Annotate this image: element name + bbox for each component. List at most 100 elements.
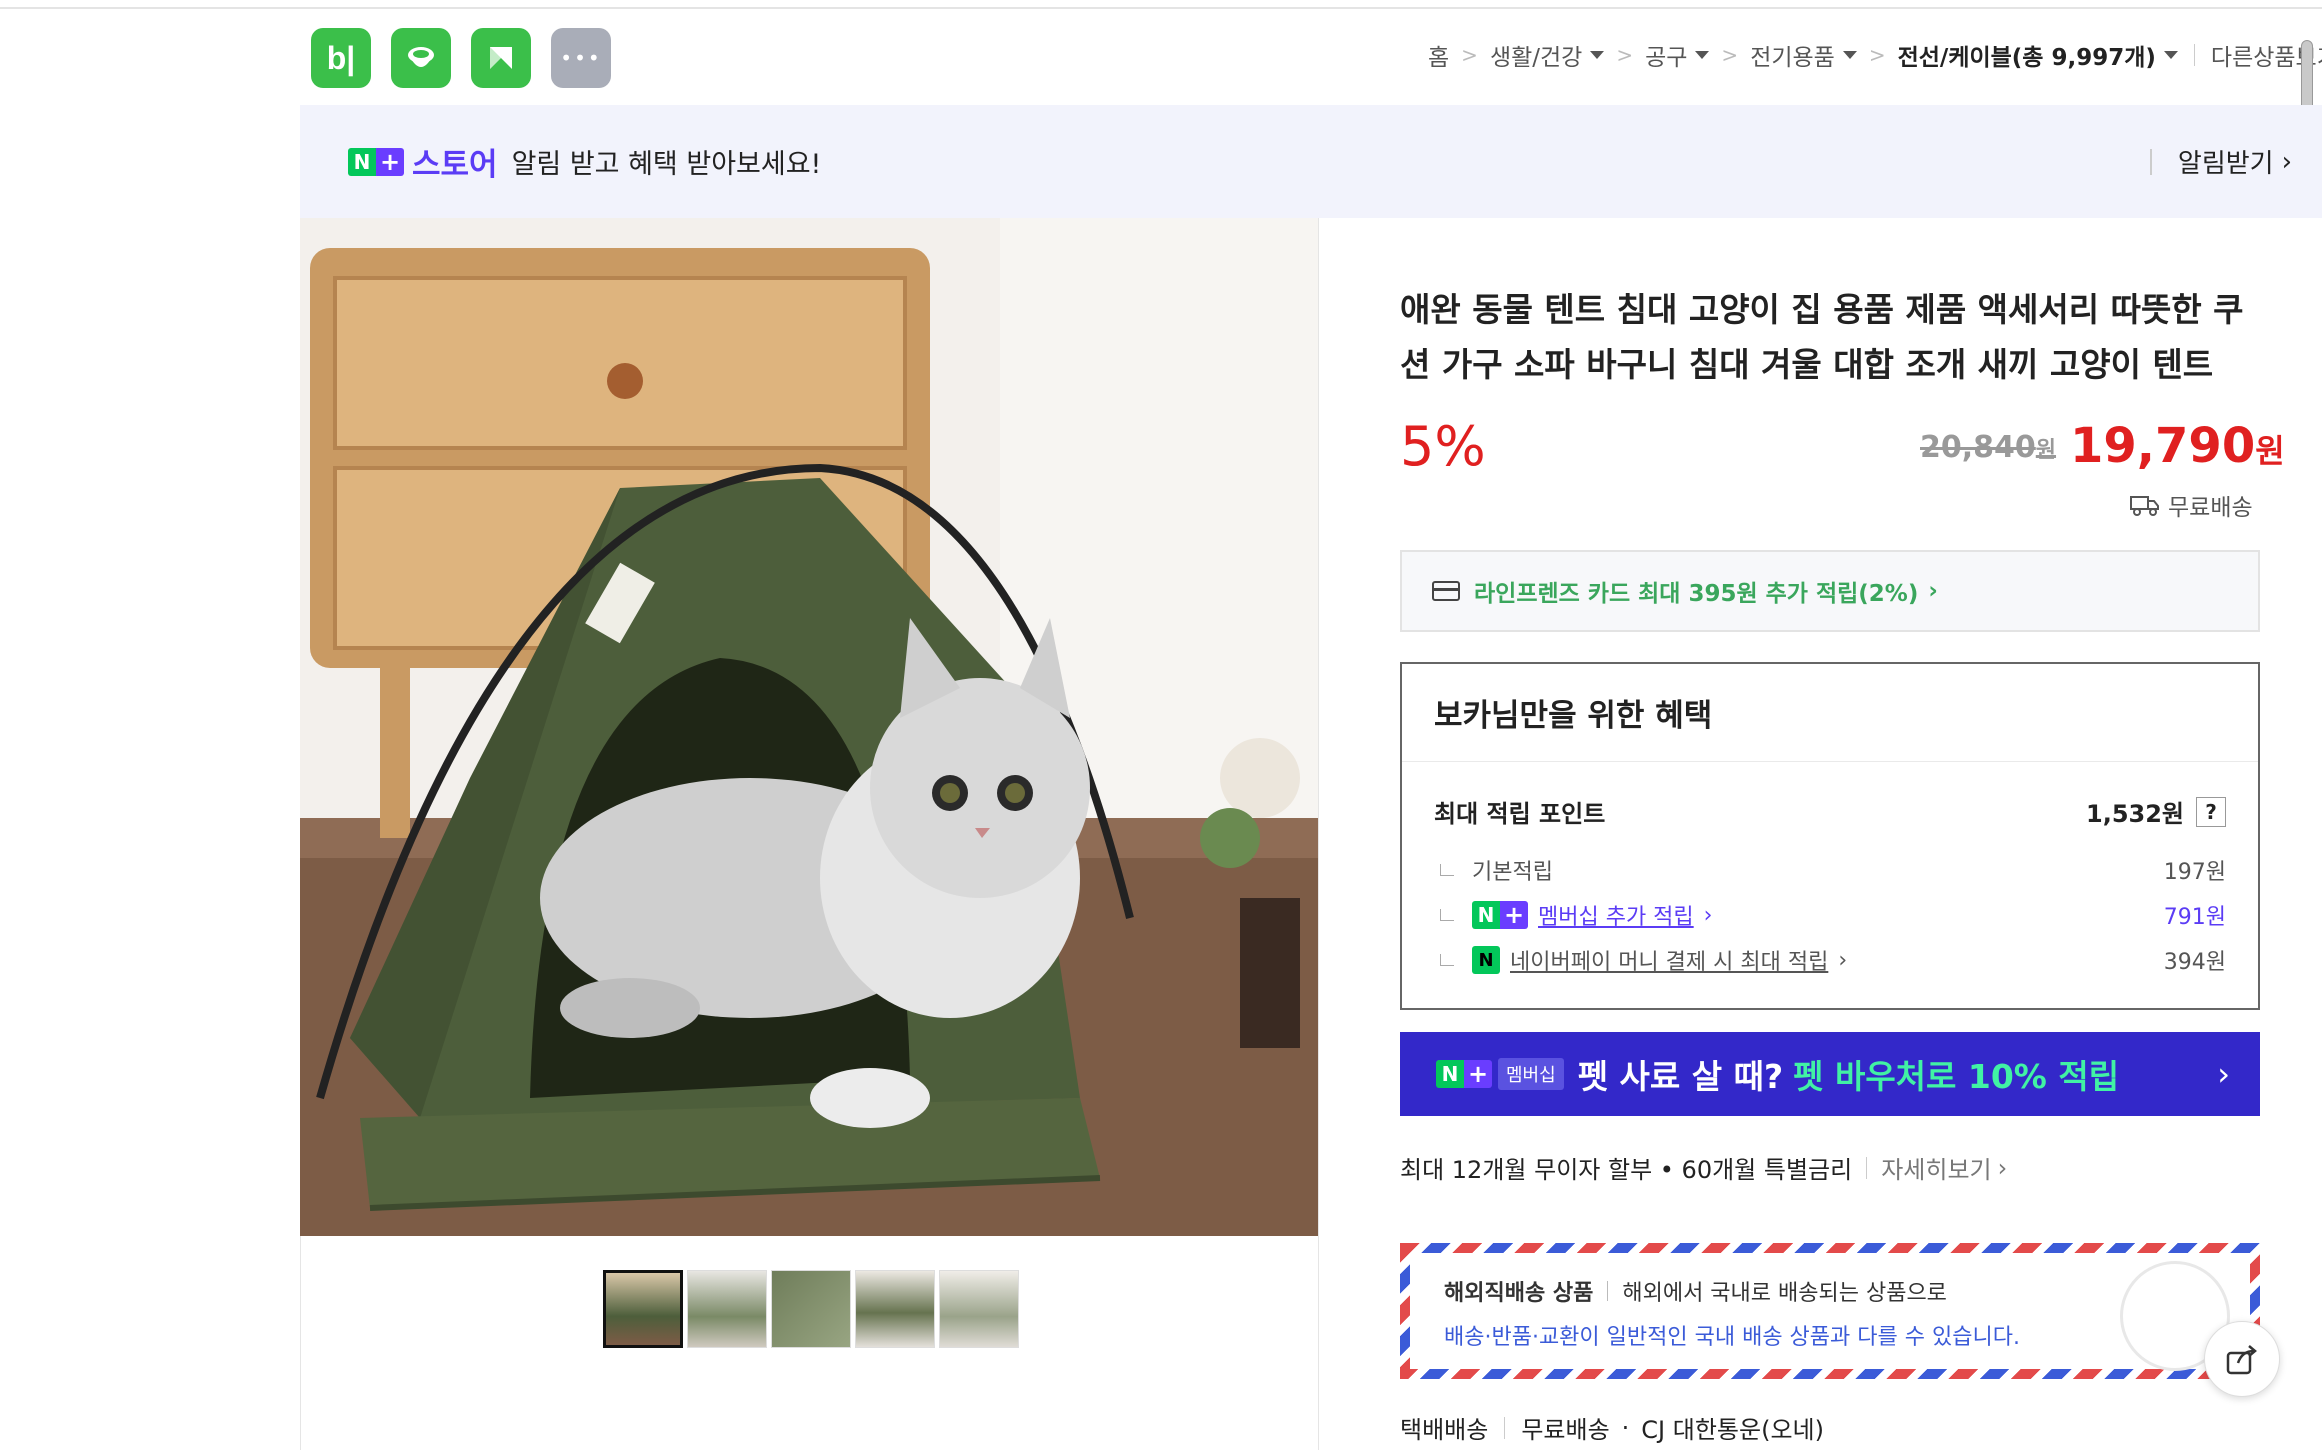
blog-glyph: b| — [326, 39, 356, 76]
chevron-right-icon: › — [1703, 902, 1713, 928]
product-title-line-2: 션 가구 소파 바구니 침대 겨울 대합 조개 새끼 고양이 텐트 — [1400, 345, 2214, 384]
breadcrumb-item-2[interactable]: 공구 — [1645, 38, 1687, 72]
chevron-right-icon: › — [2281, 146, 2292, 177]
share-button[interactable] — [2204, 1321, 2280, 1397]
product-main-image[interactable] — [300, 218, 1319, 1236]
original-price-unit: 원 — [2035, 438, 2057, 463]
chevron-right-icon: › — [2217, 1055, 2230, 1093]
max-points-label: 최대 적립 포인트 — [1434, 800, 1606, 828]
share-icon — [2226, 1345, 2257, 1375]
benefit-box: 보카님만을 위한 혜택 최대 적립 포인트 1,532원 ? 기본적립 197원… — [1400, 662, 2260, 1010]
membership-promo-banner[interactable]: N + 멤버십 펫 사료 살 때? 펫 바우처로 10% 적립 › — [1400, 1032, 2260, 1116]
app-icons: b| ••• — [311, 28, 611, 88]
overseas-line-2: 배송·반품·교환이 일반적인 국내 배송 상품과 다를 수 있습니다. — [1444, 1325, 2020, 1350]
card-offer-text: 라인프렌즈 카드 최대 395원 추가 적립(2%) — [1474, 581, 1919, 607]
installment-info: 최대 12개월 무이자 할부 • 60개월 특별금리 자세히보기 › — [1400, 1150, 2007, 1185]
tree-branch-icon — [1440, 909, 1454, 921]
image-panel-border — [1318, 1236, 1319, 1450]
original-price-value: 20,840 — [1920, 430, 2036, 465]
breadcrumb-separator: > — [1868, 43, 1886, 67]
cat-tent-photo — [300, 218, 1318, 1236]
max-points-row: 최대 적립 포인트 1,532원 ? — [1434, 794, 2226, 829]
basic-points-value: 197원 — [2163, 860, 2226, 885]
shipping-info: 무료배송 — [2130, 488, 2253, 522]
breadcrumb-separator: > — [1721, 43, 1739, 67]
breadcrumb: 홈 > 생활/건강 > 공구 > 전기용품 > 전선/케이블 (총 9,997개)… — [1428, 38, 2322, 72]
more-icon[interactable]: ••• — [551, 28, 611, 88]
naverpay-icon: N — [1472, 946, 1500, 974]
thumbnail-3[interactable] — [771, 1270, 851, 1348]
dot-separator: · — [1621, 1413, 1630, 1442]
breadcrumb-home[interactable]: 홈 — [1428, 38, 1449, 72]
breadcrumb-current[interactable]: 전선/케이블 — [1898, 38, 2012, 72]
delivery-carrier: CJ 대한통운(오네) — [1641, 1416, 1824, 1444]
thumbnail-4[interactable] — [855, 1270, 935, 1348]
basic-points-label: 기본적립 — [1472, 860, 1553, 885]
original-price: 20,840원 — [1920, 430, 2056, 465]
nplus-logo-icon: N + — [1472, 901, 1528, 929]
installment-text: 최대 12개월 무이자 할부 • 60개월 특별금리 — [1400, 1156, 1853, 1184]
sale-price-unit: 원 — [2255, 432, 2285, 470]
breadcrumb-count: (총 9,997개) — [2011, 45, 2156, 71]
installment-more-link[interactable]: 자세히보기 — [1881, 1150, 1991, 1185]
sale-price: 19,790원 — [2070, 418, 2285, 474]
store-label: 스토어 — [412, 147, 498, 183]
thumbnail-5[interactable] — [939, 1270, 1019, 1348]
cafe-icon[interactable] — [391, 28, 451, 88]
overseas-line-1: 해외에서 국내로 배송되는 상품으로 — [1622, 1281, 1947, 1306]
subscribe-button[interactable]: 알림받기 › — [2149, 143, 2292, 180]
npay-points-link[interactable]: 네이버페이 머니 결제 시 최대 적립 — [1510, 944, 1828, 976]
nplus-logo-icon: N + — [348, 147, 404, 176]
overseas-title: 해외직배송 상품 — [1444, 1281, 1594, 1306]
kakao-icon[interactable] — [471, 28, 531, 88]
chevron-right-icon: › — [1838, 947, 1848, 973]
chevron-down-icon[interactable] — [1695, 51, 1710, 59]
breadcrumb-separator: > — [1461, 43, 1478, 67]
sale-price-value: 19,790 — [2070, 418, 2256, 474]
nplus-logo-icon: N + — [1436, 1060, 1492, 1088]
product-title-line-1: 애완 동물 텐트 침대 고양이 집 용품 제품 액세서리 따뜻한 쿠 — [1400, 290, 2244, 329]
shipping-label: 무료배송 — [2168, 495, 2253, 521]
discount-rate: 5% — [1400, 415, 1486, 478]
membership-points-value: 791원 — [2163, 905, 2226, 930]
card-offer-button[interactable]: 라인프렌즈 카드 최대 395원 추가 적립(2%) › — [1400, 550, 2260, 632]
thumbnail-1[interactable] — [603, 1270, 683, 1348]
breadcrumb-item-3[interactable]: 전기용품 — [1750, 38, 1835, 72]
npay-points-row: N 네이버페이 머니 결제 시 최대 적립 › 394원 — [1440, 944, 2226, 976]
divider — [1866, 1156, 1868, 1179]
divider — [2193, 44, 2195, 66]
thumbnail-2[interactable] — [687, 1270, 767, 1348]
credit-card-icon — [1432, 581, 1460, 601]
chevron-down-icon[interactable] — [1590, 51, 1605, 59]
basic-points-row: 기본적립 197원 — [1440, 854, 2226, 886]
benefit-title: 보카님만을 위한 혜택 — [1402, 664, 2258, 762]
help-button[interactable]: ? — [2196, 796, 2226, 827]
tree-branch-icon — [1440, 864, 1454, 876]
divider — [1607, 1281, 1609, 1301]
delivery-info: 택배배송 무료배송 · CJ 대한통운(오네) — [1400, 1410, 1824, 1445]
top-border — [0, 0, 2322, 9]
membership-tag: 멤버십 — [1498, 1058, 1564, 1090]
banner-message: 알림 받고 혜택 받아보세요! — [511, 149, 822, 180]
chevron-right-icon: › — [1997, 1153, 2008, 1182]
truck-icon — [2130, 496, 2159, 516]
more-glyph: ••• — [560, 46, 602, 70]
promo-text: 펫 사료 살 때? — [1577, 1057, 1784, 1096]
max-points-value: 1,532원 — [2086, 800, 2184, 828]
breadcrumb-item-1[interactable]: 생활/건강 — [1490, 38, 1582, 72]
chevron-down-icon[interactable] — [2163, 51, 2178, 59]
delivery-type: 택배배송 — [1400, 1416, 1489, 1444]
subscribe-label: 알림받기 — [2177, 149, 2274, 179]
product-title: 애완 동물 텐트 침대 고양이 집 용품 제품 액세서리 따뜻한 쿠 션 가구 … — [1400, 282, 2260, 392]
chevron-down-icon[interactable] — [1842, 51, 1857, 59]
breadcrumb-separator: > — [1616, 43, 1634, 67]
image-panel-border — [300, 1236, 301, 1450]
blog-icon[interactable]: b| — [311, 28, 371, 88]
overseas-shipping-notice: 해외직배송 상품 해외에서 국내로 배송되는 상품으로 배송·반품·교환이 일반… — [1400, 1243, 2260, 1379]
membership-points-link[interactable]: 멤버십 추가 적립 — [1538, 899, 1694, 931]
delivery-fee: 무료배송 — [1521, 1416, 1610, 1444]
divider — [1504, 1416, 1506, 1439]
npay-points-value: 394원 — [2163, 950, 2226, 975]
membership-points-row: N + 멤버십 추가 적립 › 791원 — [1440, 899, 2226, 931]
thumbnail-strip — [603, 1270, 1019, 1348]
